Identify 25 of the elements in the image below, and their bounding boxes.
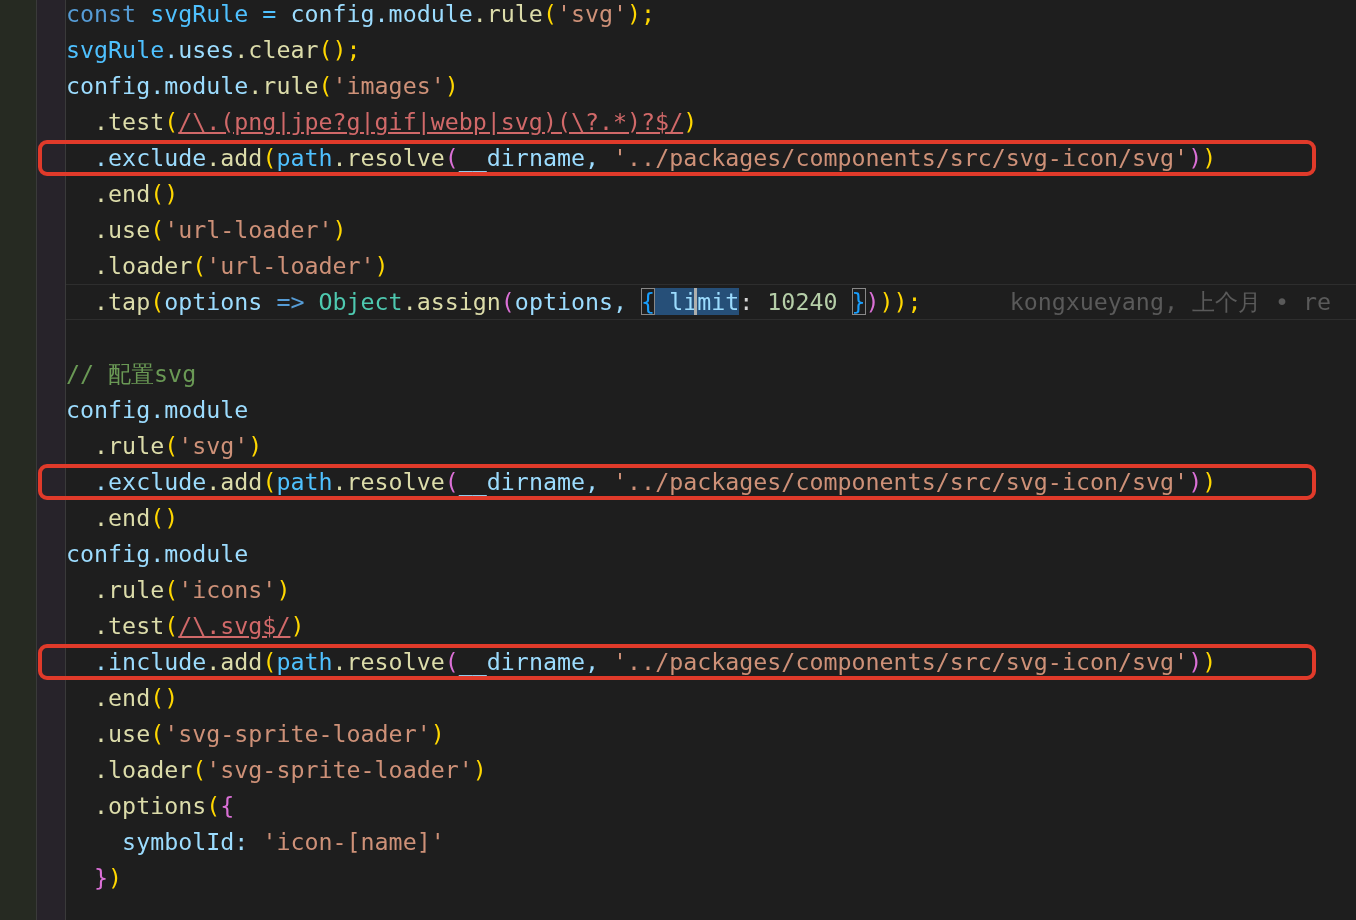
blame-annotation: kongxueyang, 上个月 • re	[1009, 286, 1332, 317]
code-line: })	[93, 863, 123, 893]
code-line: .end()	[93, 683, 179, 713]
code-line: svgRule.uses.clear();	[66, 35, 361, 65]
code-line: .loader('url-loader')	[93, 251, 389, 281]
code-line: .rule('icons')	[93, 575, 291, 605]
code-line: symbolId: 'icon-[name]'	[121, 827, 445, 857]
code-line: config.module	[66, 539, 249, 569]
code-line: .exclude.add(path.resolve(__dirname, '../packages/components/src/svg-icon/svg'))	[93, 467, 1217, 498]
code-line: .include.add(path.resolve(__dirname, '../packages/components/src/svg-icon/svg'))	[93, 647, 1217, 678]
code-line: .test(/\.svg$/)	[93, 611, 305, 641]
code-line: .end()	[93, 179, 179, 209]
code-line: .rule('svg')	[93, 431, 263, 461]
code-line: .end()	[93, 503, 179, 533]
code-line: const svgRule = config.module.rule('svg');	[66, 0, 656, 29]
code-line: .use('svg-sprite-loader')	[93, 719, 445, 749]
code-line: .use('url-loader')	[93, 215, 347, 245]
code-line: config.module.rule('images')	[66, 71, 459, 101]
code-line: .test(/\.(png|jpe?g|gif|webp|svg)(\?.*)?$/)	[93, 107, 698, 137]
code-line: // 配置svg	[66, 359, 197, 389]
code-line: .loader('svg-sprite-loader')	[93, 755, 487, 785]
code-line: .tap(options => Object.assign(options, { limit: 10240 })));	[93, 287, 922, 317]
code-line: .exclude.add(path.resolve(__dirname, '../packages/components/src/svg-icon/svg'))	[93, 143, 1217, 174]
code-line: .options({	[93, 791, 235, 821]
code-line: config.module	[66, 395, 249, 425]
